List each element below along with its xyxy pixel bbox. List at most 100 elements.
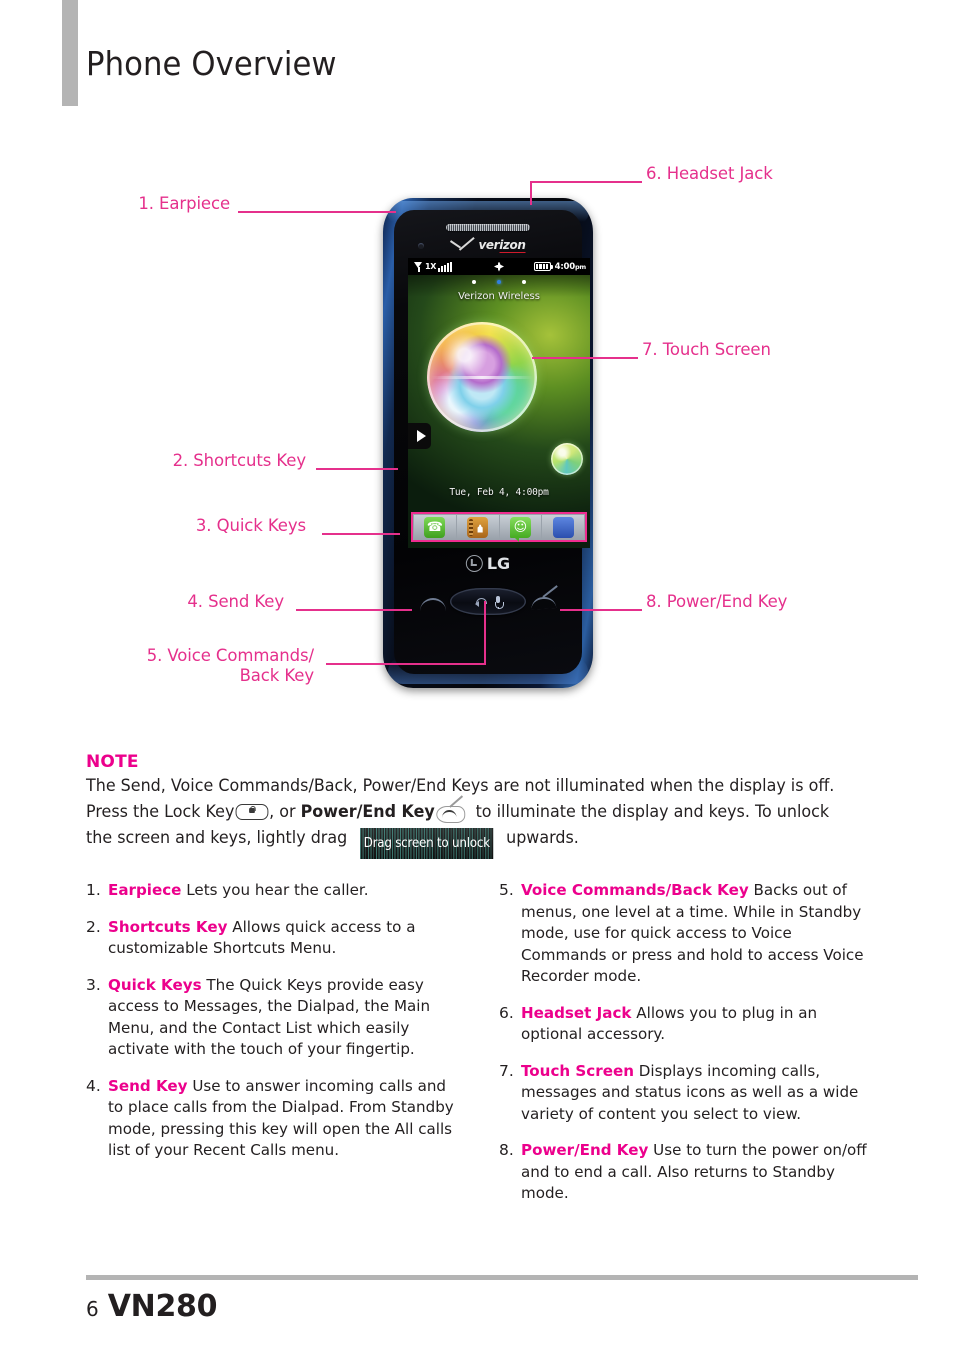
list-item-term: Quick Keys — [108, 975, 202, 994]
lg-mark-icon — [465, 555, 483, 572]
page-number: 6 — [86, 1297, 99, 1321]
voice-commands-back-key[interactable] — [450, 588, 526, 615]
callout-earpiece: 1. Earpiece — [138, 194, 230, 213]
list-item: 7. Touch Screen Displays incoming calls,… — [499, 1061, 876, 1126]
leader-touch-screen — [532, 357, 638, 359]
message-bubble-icon: ☺ — [509, 516, 531, 542]
leader-earpiece — [238, 211, 396, 213]
list-item-text: Headset Jack Allows you to plug in an op… — [521, 1003, 867, 1046]
header-accent-bar — [62, 0, 78, 106]
leader-quick-keys — [322, 533, 400, 535]
proximity-sensor — [418, 243, 424, 249]
bubble-horizon — [431, 375, 533, 379]
list-item-term: Shortcuts Key — [108, 917, 228, 936]
list-item: 5. Voice Commands/Back Key Backs out of … — [499, 880, 876, 988]
list-item-number: 1. — [86, 881, 101, 899]
home-wallpaper: Verizon Wireless Tue, Feb 4, 4:00pm ☎ ☺ — [408, 275, 590, 548]
power-end-key[interactable] — [531, 596, 558, 611]
phone-diagram: verizon 1X 4:00pm Verizon Wireless Tue, … — [0, 150, 954, 710]
status-time: 4:00pm — [554, 261, 587, 272]
quick-key-menu[interactable] — [542, 515, 584, 539]
callout-headset-jack: 6. Headset Jack — [646, 164, 773, 183]
page-dot-2[interactable] — [497, 280, 501, 284]
note-title: NOTE — [86, 752, 139, 772]
leader-headset-jack-h — [530, 181, 642, 183]
lg-wordmark: LG — [486, 554, 511, 573]
quick-keys-bar[interactable]: ☎ ☺ — [411, 512, 587, 542]
page-dot-3[interactable] — [522, 280, 526, 284]
status-bar: 1X 4:00pm — [408, 258, 590, 275]
list-item-number: 4. — [86, 1076, 101, 1095]
quick-key-messages[interactable]: ☺ — [499, 515, 542, 542]
note-body: The Send, Voice Commands/Back, Power/End… — [86, 773, 848, 859]
callout-voice-back-key-line1: 5. Voice Commands/ — [146, 646, 314, 665]
quick-key-phone[interactable]: ☎ — [414, 515, 456, 539]
grid-menu-icon — [552, 516, 574, 538]
note-line-3: the screen and keys, lightly drag Drag s… — [86, 825, 848, 859]
list-item: 3. Quick Keys The Quick Keys provide eas… — [86, 975, 463, 1061]
page-indicator-dots[interactable] — [472, 280, 526, 284]
list-item-number: 6. — [499, 1003, 514, 1022]
callout-send-key: 4. Send Key — [187, 592, 284, 611]
hardware-key-row — [394, 582, 582, 628]
verizon-check-icon — [451, 239, 477, 251]
leader-power-end-key — [560, 609, 642, 611]
feature-list-right-column: 5. Voice Commands/Back Key Backs out of … — [499, 880, 876, 1220]
note-line-2c: to illuminate the display and keys. To u… — [470, 802, 830, 821]
callout-power-end-key: 8. Power/End Key — [646, 592, 788, 611]
signal-bars-icon — [438, 261, 453, 272]
page-dot-1[interactable] — [472, 280, 476, 284]
date-time-widget: Tue, Feb 4, 4:00pm — [449, 487, 549, 498]
feature-list-left-column: 1. Earpiece Lets you hear the caller. 2.… — [86, 880, 463, 1220]
list-item: 2. Shortcuts Key Allows quick access to … — [86, 917, 463, 960]
power-end-key-icon — [436, 795, 469, 823]
note-power-end-key-bold: Power/End Key — [300, 802, 435, 821]
list-item-number: 5. — [499, 881, 514, 899]
list-item: 8. Power/End Key Use to turn the power o… — [499, 1140, 876, 1205]
touch-screen[interactable]: 1X 4:00pm Verizon Wireless Tue, Feb 4, 4… — [408, 258, 590, 548]
list-item-text: Quick Keys The Quick Keys provide easy a… — [108, 975, 454, 1061]
triangle-right-icon — [416, 430, 426, 442]
microphone-icon — [494, 595, 504, 609]
list-item-term: Touch Screen — [521, 1061, 634, 1080]
note-block: NOTE The Send, Voice Commands/Back, Powe… — [86, 752, 876, 859]
list-item-text: Earpiece Lets you hear the caller. — [108, 880, 454, 902]
list-item-number: 7. — [499, 1061, 514, 1080]
leader-headset-jack-v — [530, 181, 532, 205]
gps-icon — [494, 262, 504, 272]
list-item-term: Earpiece — [108, 881, 182, 899]
lock-key-icon — [235, 804, 269, 820]
list-item: 4. Send Key Use to answer incoming calls… — [86, 1076, 463, 1162]
list-item-number: 8. — [499, 1141, 514, 1159]
list-item: 1. Earpiece Lets you hear the caller. — [86, 880, 463, 902]
note-line-3a: the screen and keys, lightly drag — [86, 828, 348, 847]
phone-illustration: verizon 1X 4:00pm Verizon Wireless Tue, … — [383, 198, 593, 688]
send-key[interactable] — [420, 596, 446, 609]
list-item-text: Send Key Use to answer incoming calls an… — [108, 1076, 454, 1162]
list-item-text: Power/End Key Use to turn the power on/o… — [521, 1140, 867, 1205]
shortcuts-key[interactable] — [408, 423, 431, 449]
phone-shell: verizon 1X 4:00pm Verizon Wireless Tue, … — [383, 198, 593, 688]
callout-quick-keys: 3. Quick Keys — [195, 516, 306, 535]
note-line-3b: upwards. — [506, 828, 579, 847]
list-item-number: 2. — [86, 917, 101, 936]
phone-front-face: verizon 1X 4:00pm Verizon Wireless Tue, … — [394, 210, 590, 674]
list-item-number: 3. — [86, 975, 101, 994]
quick-key-contacts[interactable] — [456, 515, 499, 539]
callout-shortcuts-key: 2. Shortcuts Key — [172, 451, 307, 470]
list-item-text: Voice Commands/Back Key Backs out of men… — [521, 880, 867, 988]
carrier-label: Verizon Wireless — [458, 291, 540, 302]
note-line-1: The Send, Voice Commands/Back, Power/End… — [86, 776, 835, 795]
list-item-term: Power/End Key — [521, 1141, 649, 1159]
callout-voice-back-key-line2: Back Key — [239, 666, 315, 685]
verizon-logo: verizon — [451, 238, 526, 253]
leader-send-key — [296, 609, 412, 611]
list-item-text: Touch Screen Displays incoming calls, me… — [521, 1061, 867, 1126]
status-right-group: 4:00pm — [533, 261, 587, 272]
list-item: 6. Headset Jack Allows you to plug in an… — [499, 1003, 876, 1046]
leader-shortcuts-key — [316, 468, 398, 470]
list-item-text: Shortcuts Key Allows quick access to a c… — [108, 917, 454, 960]
battery-icon — [533, 262, 553, 271]
list-item-term: Voice Commands/Back Key — [521, 881, 749, 899]
antenna-icon — [414, 261, 423, 272]
